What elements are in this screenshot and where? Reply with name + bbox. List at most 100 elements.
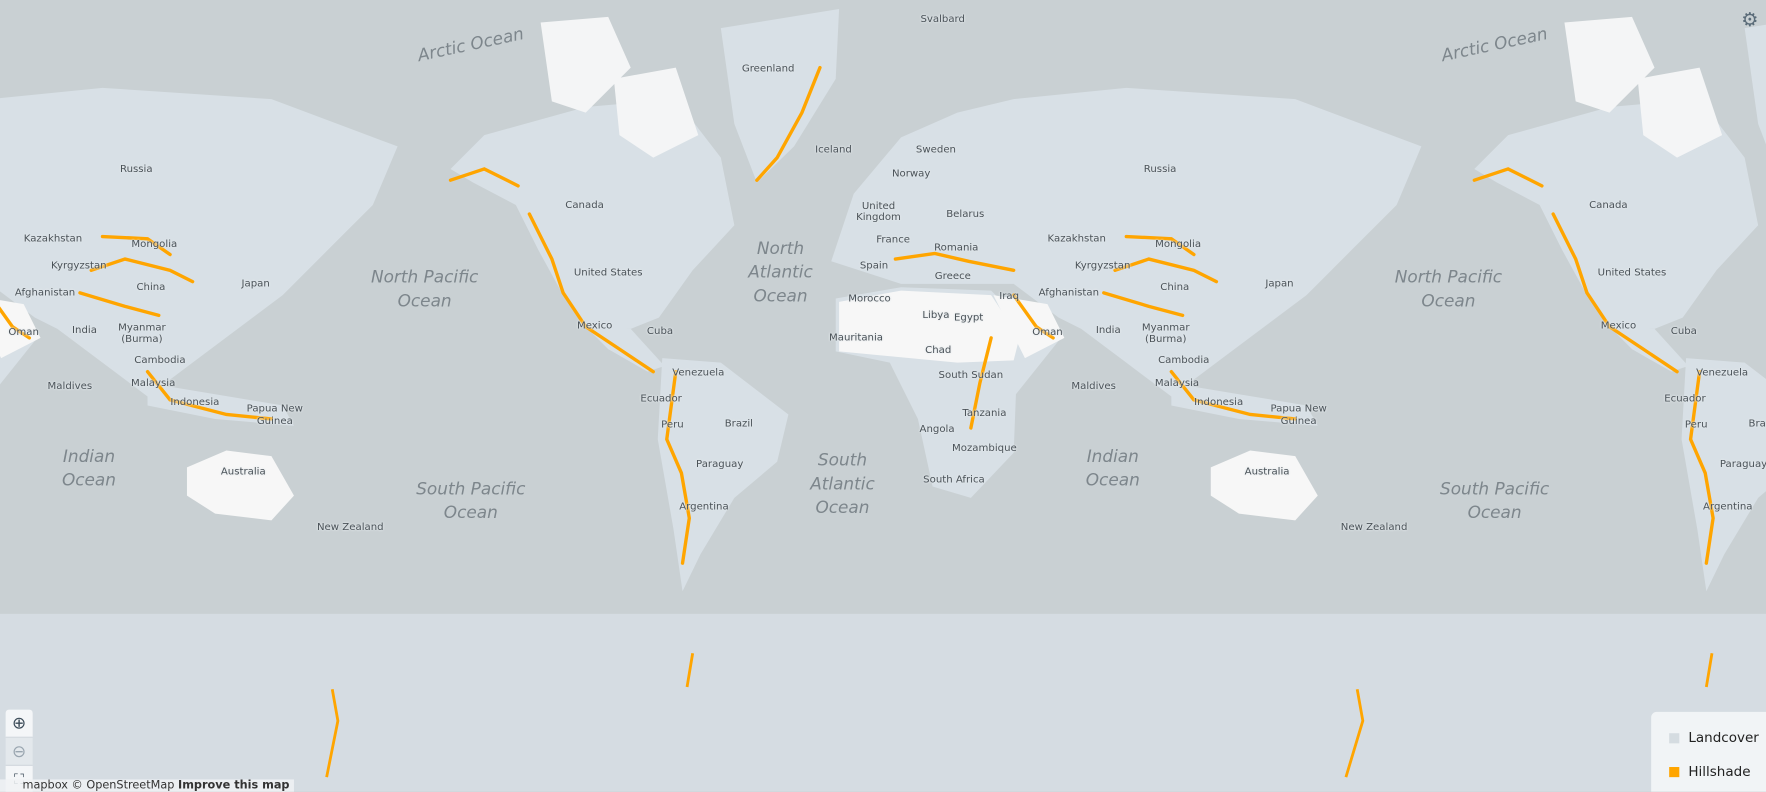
place-label-greece: Greece	[934, 270, 971, 283]
place-label-sweden: Sweden	[915, 144, 956, 156]
place-label-canada: Canada	[1589, 199, 1628, 212]
place-label-china: China	[136, 282, 166, 294]
ocean-label-north-pacific: North Pacific Ocean	[370, 266, 479, 311]
place-label-kazakhstan: Kazakhstan	[23, 233, 83, 245]
place-label-afghanistan: Afghanistan	[1038, 287, 1100, 300]
place-label-uk2: Kingdom	[856, 212, 901, 224]
legend-item-landcover[interactable]: Landcover	[1669, 730, 1759, 746]
place-label-brazil: Brazil	[724, 418, 754, 430]
legend: Landcover Hillshade	[1651, 711, 1766, 792]
attribution: mapbox © OpenStreetMap Improve this map	[0, 779, 294, 792]
place-label-maldives: Maldives	[1071, 381, 1116, 393]
ocean-label-north-atlantic: North Atlantic Ocean	[748, 238, 813, 306]
place-label-japan: Japan	[1265, 278, 1294, 291]
place-label-argentina: Argentina	[1703, 501, 1753, 514]
place-label-png2: Guinea	[256, 416, 293, 428]
place-label-peru: Peru	[1684, 419, 1708, 431]
place-label-morocco: Morocco	[848, 293, 891, 305]
place-label-russia: Russia	[119, 163, 153, 176]
place-label-tanzania: Tanzania	[962, 408, 1007, 420]
ocean-label-indian: Indian Ocean	[1085, 446, 1140, 490]
place-label-mongolia: Mongolia	[131, 239, 178, 251]
landcover-swatch	[1669, 732, 1680, 743]
place-label-indonesia: Indonesia	[170, 397, 220, 409]
place-label-norway: Norway	[891, 168, 931, 180]
place-label-mongolia: Mongolia	[1155, 239, 1202, 251]
place-label-png1: Papua New	[246, 403, 303, 416]
place-label-svalbard: Svalbard	[920, 14, 965, 26]
place-label-australia: Australia	[1244, 466, 1290, 479]
place-label-afghanistan: Afghanistan	[14, 287, 76, 300]
legend-item-hillshade[interactable]: Hillshade	[1669, 763, 1751, 780]
attribution-text: mapbox © OpenStreetMap	[22, 779, 175, 792]
place-label-mexico: Mexico	[576, 320, 613, 332]
place-label-ecuador: Ecuador	[1664, 393, 1706, 405]
legend-label: Landcover	[1688, 729, 1759, 746]
place-label-peru: Peru	[661, 419, 684, 431]
place-label-cuba: Cuba	[1670, 326, 1697, 338]
gear-icon: ⚙	[1741, 9, 1759, 32]
place-label-iceland: Iceland	[815, 144, 852, 156]
place-label-france: France	[876, 234, 911, 247]
place-label-greenland: Greenland	[741, 63, 795, 75]
place-label-angola: Angola	[919, 424, 955, 436]
place-label-malaysia: Malaysia	[131, 377, 176, 390]
place-label-new-zealand: New Zealand	[1340, 522, 1408, 534]
place-label-kazakhstan: Kazakhstan	[1047, 233, 1106, 245]
zoom-in-button[interactable]: ⊕	[5, 709, 33, 738]
place-label-china: China	[1160, 282, 1190, 294]
ocean-label-indian: Indian Ocean	[61, 446, 117, 490]
map-layer	[0, 0, 1766, 792]
place-label-egypt: Egypt	[953, 312, 984, 324]
place-label-paraguay: Paraguay	[1719, 458, 1766, 471]
place-label-maldives: Maldives	[47, 381, 93, 393]
place-label-argentina: Argentina	[679, 501, 729, 514]
place-label-mexico: Mexico	[1600, 320, 1637, 332]
place-label-us: United States	[573, 267, 643, 279]
ocean-label-south-pacific: South Pacific Ocean	[1440, 478, 1550, 523]
place-label-russia: Russia	[1143, 163, 1177, 176]
place-label-chad: Chad	[925, 345, 952, 357]
zoom-out-button[interactable]: ⊖	[5, 737, 33, 766]
place-label-japan: Japan	[241, 278, 270, 291]
place-label-belarus: Belarus	[946, 208, 985, 221]
place-label-south-sudan: South Sudan	[938, 369, 1004, 382]
place-label-cuba: Cuba	[646, 326, 674, 338]
place-label-kyrgyzstan: Kyrgyzstan	[51, 260, 107, 273]
place-label-mozambique: Mozambique	[952, 443, 1017, 455]
place-label-cambodia: Cambodia	[1158, 355, 1210, 367]
legend-label: Hillshade	[1688, 763, 1751, 780]
place-label-new-zealand: New Zealand	[316, 522, 384, 534]
ocean-label-south-pacific: South Pacific Ocean	[416, 478, 526, 523]
place-label-brazil: Brazil	[1748, 418, 1766, 430]
place-label-oman: Oman	[8, 327, 39, 339]
place-label-kyrgyzstan: Kyrgyzstan	[1074, 260, 1131, 273]
place-label-south-africa: South Africa	[923, 474, 985, 486]
place-label-cambodia: Cambodia	[134, 355, 186, 367]
place-label-spain: Spain	[859, 260, 889, 273]
place-label-ecuador: Ecuador	[640, 393, 682, 405]
place-label-us: United States	[1597, 267, 1667, 279]
place-label-libya: Libya	[922, 310, 950, 322]
ocean-label-north-pacific: North Pacific Ocean	[1394, 266, 1503, 311]
zoom-in-icon: ⊕	[12, 712, 27, 734]
place-label-india: India	[1095, 324, 1121, 337]
place-label-indonesia: Indonesia	[1194, 397, 1244, 409]
antarctica	[0, 613, 1766, 792]
place-label-myanmar2: (Burma)	[121, 333, 163, 346]
place-label-iraq: Iraq	[999, 291, 1020, 303]
place-label-malaysia: Malaysia	[1154, 377, 1200, 390]
map-canvas[interactable]: Arctic Ocean Arctic Ocean North Pacific O…	[0, 0, 1766, 792]
place-label-paraguay: Paraguay	[696, 458, 744, 471]
place-label-png2: Guinea	[1280, 416, 1317, 428]
place-label-venezuela: Venezuela	[672, 367, 725, 379]
place-label-venezuela: Venezuela	[1696, 367, 1749, 379]
place-label-australia: Australia	[220, 466, 266, 479]
place-label-myanmar2: (Burma)	[1145, 333, 1187, 346]
place-label-png1: Papua New	[1270, 403, 1327, 416]
place-label-romania: Romania	[934, 242, 979, 254]
improve-map-link[interactable]: Improve this map	[178, 779, 289, 791]
place-label-india: India	[72, 324, 97, 337]
settings-button[interactable]: ⚙	[1741, 9, 1758, 32]
zoom-out-icon: ⊖	[12, 741, 27, 762]
